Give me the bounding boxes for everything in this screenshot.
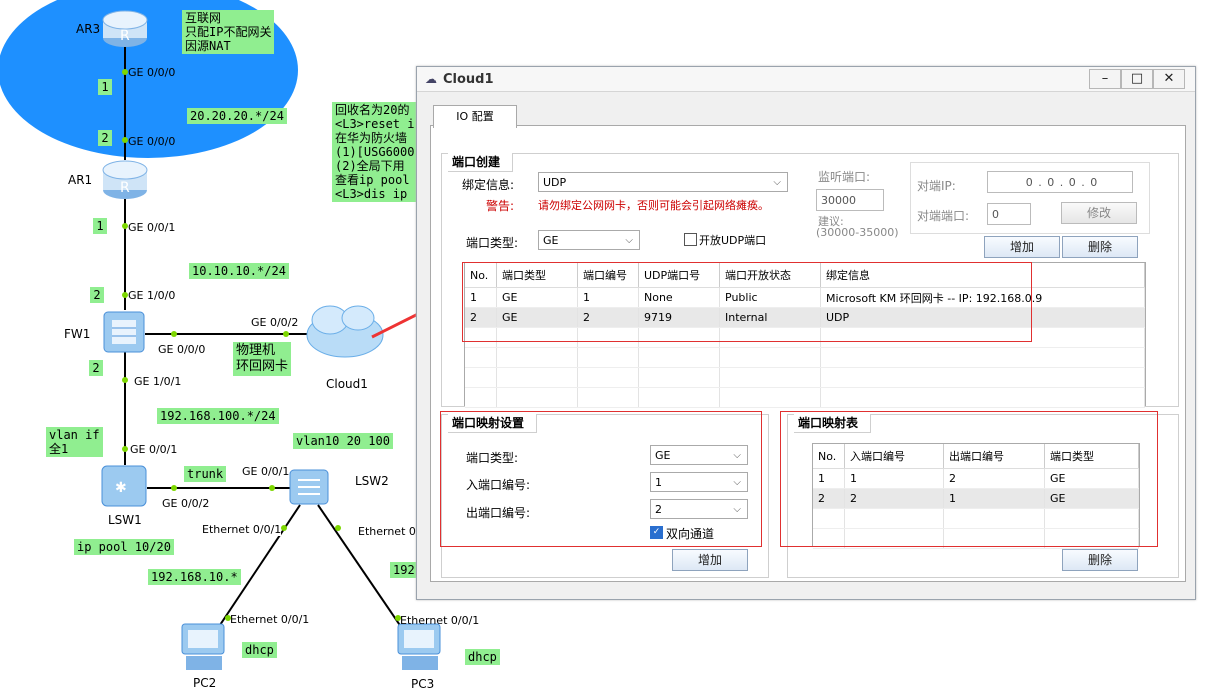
link-number: 1 (93, 218, 107, 234)
physical-note: 物理机 环回网卡 (233, 342, 292, 376)
link-number: 2 (98, 130, 112, 146)
pc-icon-pc3[interactable] (397, 623, 441, 670)
bind-select[interactable]: UDP ⌵ (538, 172, 788, 192)
device-label-ar1: AR1 (68, 173, 93, 187)
device-label-pc2: PC2 (193, 676, 217, 690)
port-label: GE 1/0/1 (134, 375, 182, 388)
subnet-note: 10.10.10.*/24 (189, 263, 289, 279)
subnet-note: 192.168.10.* (148, 569, 241, 585)
modify-button[interactable]: 修改 (1061, 202, 1137, 224)
port-label: GE 0/0/2 (162, 497, 210, 510)
pc-icon-pc2[interactable] (181, 623, 225, 670)
link-number: 2 (90, 287, 104, 303)
subnet-note: 20.20.20.*/24 (187, 108, 287, 124)
port-create-group: 端口创建 绑定信息: UDP ⌵ 警告: 请勿绑定公网网卡，否则可能会引起网络瘫痪… (441, 153, 1179, 408)
device-label-ar3: AR3 (76, 22, 101, 36)
subnet-note: 192 (390, 562, 418, 578)
internet-note: 互联网 只配IP不配网关 因源NAT (182, 10, 275, 54)
mapping-settings-group: 端口映射设置 端口类型: GE ⌵ 入端口编号: 1 ⌵ 出端口编号: 2 ⌵ ✓ 双… (440, 411, 769, 578)
device-label-cloud1: Cloud1 (326, 377, 368, 391)
window-titlebar[interactable]: ☁ Cloud1 – □ ✕ (417, 67, 1195, 92)
minimize-button[interactable]: – (1089, 69, 1121, 89)
chevron-down-icon: ⌵ (625, 235, 633, 246)
device-label-pc3: PC3 (411, 677, 435, 691)
dhcp-note: dhcp (465, 649, 500, 665)
router-icon-ar3[interactable]: R (102, 10, 148, 47)
delete-port-button[interactable]: 删除 (1062, 236, 1138, 258)
svg-text:R: R (120, 180, 130, 196)
peer-group: 对端IP: 0 . 0 . 0 . 0 对端端口: 0 修改 (910, 162, 1150, 234)
subnet-note: 192.168.100.*/24 (157, 408, 279, 424)
tab-io-config[interactable]: IO 配置 (433, 105, 517, 128)
device-label-lsw2: LSW2 (355, 474, 389, 488)
window-title: Cloud1 (443, 72, 494, 87)
listen-port-input[interactable]: 30000 (816, 189, 884, 211)
suggest-range: (30000-35000) (816, 226, 899, 239)
cloud-config-window: ☁ Cloud1 – □ ✕ IO 配置 端口创建 绑定信息: UDP ⌵ 警告:… (416, 66, 1196, 600)
warning-label: 警告: (486, 199, 515, 213)
port-label: Ethernet 0/0/1 (202, 523, 282, 536)
trunk-note: trunk (184, 466, 227, 482)
ippool-note: ip pool 10/20 (74, 539, 174, 555)
group-title: 端口创建 (448, 153, 514, 172)
port-label: GE 0/0/1 (130, 443, 178, 456)
port-label: GE 0/0/0 (128, 66, 176, 79)
svg-text:✱: ✱ (115, 480, 127, 496)
peer-ip-input[interactable]: 0 . 0 . 0 . 0 (987, 171, 1133, 193)
open-udp-checkbox[interactable] (684, 233, 697, 246)
cloud-app-icon: ☁ (425, 72, 437, 86)
dhcp-note: dhcp (242, 642, 277, 658)
vlanif-note: vlan if 全1 (46, 427, 103, 457)
peer-port-input[interactable]: 0 (987, 203, 1031, 225)
vlan-note: vlan10 20 100 (293, 433, 393, 449)
add-port-button[interactable]: 增加 (984, 236, 1060, 258)
device-label-fw1: FW1 (64, 327, 91, 341)
highlight-box (440, 411, 762, 547)
recycle-note: 回收名为20的 <L3>reset i 在华为防火墙 (1)[USG6000 (… (332, 102, 418, 202)
open-udp-label: 开放UDP端口 (699, 234, 767, 247)
highlight-box (462, 262, 1032, 342)
link-number: 2 (89, 360, 103, 376)
port-type-label: 端口类型: (466, 236, 519, 250)
link-number: 1 (98, 79, 112, 95)
add-mapping-button[interactable]: 增加 (672, 549, 748, 571)
port-label: GE 0/0/2 (251, 316, 299, 329)
port-type-select[interactable]: GE ⌵ (538, 230, 640, 250)
port-label: GE 0/0/1 (242, 465, 290, 478)
port-label: Ethernet 0/0/1 (230, 613, 310, 626)
mapping-table-group: 端口映射表 No. 入端口编号 出端口编号 端口类型 1 1 2 GE 2 2 (780, 411, 1179, 578)
port-label: Ethernet 0/0/1 (400, 614, 480, 627)
svg-text:R: R (120, 28, 130, 44)
switch-icon-lsw1[interactable]: ✱ (101, 465, 147, 507)
peer-ip-label: 对端IP: (917, 179, 956, 193)
maximize-button[interactable]: □ (1121, 69, 1153, 89)
port-label: GE 1/0/0 (128, 289, 176, 302)
listen-port-label: 监听端口: (818, 170, 871, 184)
firewall-icon-fw1[interactable] (103, 311, 145, 353)
warning-text: 请勿绑定公网网卡，否则可能会引起网络瘫痪。 (538, 199, 769, 212)
device-label-lsw1: LSW1 (108, 513, 142, 527)
highlight-box (780, 411, 1158, 547)
chevron-down-icon: ⌵ (773, 177, 781, 188)
switch-icon-lsw2[interactable] (289, 469, 329, 505)
delete-mapping-button[interactable]: 删除 (1062, 549, 1138, 571)
port-label: GE 0/0/1 (128, 221, 176, 234)
port-label: GE 0/0/0 (158, 343, 206, 356)
close-button[interactable]: ✕ (1153, 69, 1185, 89)
port-label: GE 0/0/0 (128, 135, 176, 148)
peer-port-label: 对端端口: (917, 209, 970, 223)
bind-label: 绑定信息: (462, 178, 515, 192)
cloud-icon[interactable] (306, 305, 384, 358)
router-icon-ar1[interactable]: R (102, 160, 148, 199)
